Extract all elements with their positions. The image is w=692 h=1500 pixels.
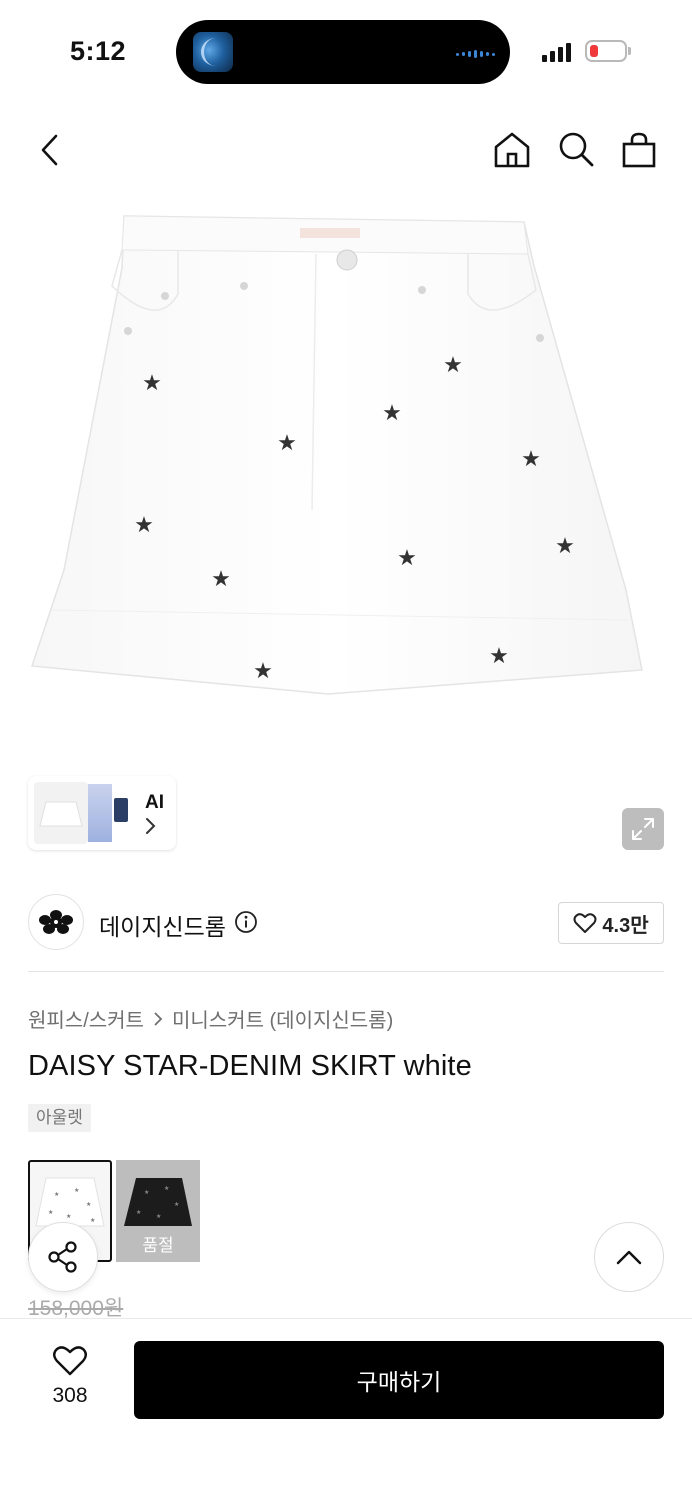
brand-like-button[interactable]: 4.3만 [558, 902, 664, 944]
variant-black[interactable]: ★ ★ ★ ★ ★ 품절 [116, 1160, 200, 1262]
scroll-top-button[interactable] [594, 1222, 664, 1292]
chevron-left-icon [41, 134, 58, 166]
heart-icon [53, 1346, 87, 1376]
outlet-tag: 아울렛 [28, 1104, 91, 1132]
product-title: DAISY STAR-DENIM SKIRT white [28, 1050, 472, 1082]
svg-text:★: ★ [66, 1213, 71, 1220]
svg-text:★: ★ [382, 401, 402, 426]
battery-icon [585, 40, 627, 62]
share-icon [48, 1241, 77, 1273]
share-button[interactable] [28, 1222, 98, 1292]
ai-styling-card[interactable]: AI [28, 776, 176, 850]
brand-row: 데이지신드롬 4.3만 [28, 894, 664, 952]
status-time: 5:12 [70, 36, 127, 66]
home-button[interactable] [492, 130, 532, 170]
svg-text:★: ★ [443, 353, 463, 378]
now-playing-app-icon [193, 32, 233, 72]
shopping-bag-icon [622, 132, 656, 168]
svg-text:★: ★ [211, 567, 231, 592]
cart-button[interactable] [619, 130, 659, 170]
svg-text:★: ★ [134, 513, 154, 538]
thumbnail-denim [112, 788, 132, 838]
svg-text:★: ★ [144, 1189, 149, 1196]
back-button[interactable] [30, 130, 70, 170]
brand-logo[interactable] [28, 894, 84, 950]
breadcrumb-subcategory[interactable]: 미니스커트 (데이지신드롬) [172, 1004, 393, 1033]
svg-text:★: ★ [277, 431, 297, 456]
product-photo[interactable]: ★ ★ ★ ★ ★ ★ ★ ★ ★ ★ ★ [28, 210, 644, 700]
thumbnail-skirt [34, 782, 88, 844]
svg-text:★: ★ [164, 1185, 169, 1192]
signal-icon [542, 42, 571, 62]
svg-text:★: ★ [136, 1209, 141, 1216]
status-bar: 5:12 [0, 0, 692, 100]
svg-text:★: ★ [86, 1201, 91, 1208]
buy-button[interactable]: 구매하기 [134, 1341, 664, 1419]
chevron-up-icon [616, 1250, 642, 1265]
divider [28, 971, 664, 972]
svg-text:★: ★ [253, 659, 273, 684]
svg-text:★: ★ [397, 546, 417, 571]
dynamic-island [176, 20, 510, 84]
wishlist-count: 308 [52, 1384, 88, 1407]
svg-text:★: ★ [174, 1201, 179, 1208]
expand-icon [632, 818, 654, 840]
daisy-logo-icon [39, 910, 73, 934]
svg-text:★: ★ [555, 534, 575, 559]
svg-text:★: ★ [156, 1213, 161, 1220]
svg-text:★: ★ [142, 371, 162, 396]
chevron-right-icon [146, 818, 156, 834]
top-nav [0, 120, 692, 180]
wishlist-button[interactable]: 308 [34, 1345, 106, 1408]
audio-wave-icon [456, 50, 495, 58]
breadcrumb: 원피스/스커트 미니스커트 (데이지신드롬) [28, 1004, 393, 1033]
chevron-right-icon [154, 1011, 163, 1026]
search-button[interactable] [556, 130, 596, 170]
brand-name[interactable]: 데이지신드롬 [99, 908, 226, 942]
heart-icon [573, 913, 597, 933]
search-icon [559, 132, 594, 167]
svg-text:★: ★ [489, 644, 509, 669]
svg-text:★: ★ [90, 1217, 95, 1224]
svg-text:★: ★ [74, 1187, 79, 1194]
thumbnail-model [88, 784, 112, 842]
expand-image-button[interactable] [622, 808, 664, 850]
svg-text:★: ★ [48, 1209, 53, 1216]
brand-like-count: 4.3만 [602, 914, 649, 937]
home-icon [494, 132, 530, 168]
svg-text:★: ★ [54, 1191, 59, 1198]
breadcrumb-category[interactable]: 원피스/스커트 [28, 1004, 144, 1033]
ai-label: AI [145, 792, 164, 813]
svg-text:★: ★ [521, 447, 541, 472]
bottom-action-bar: 308 구매하기 [0, 1318, 692, 1500]
sold-out-label: 품절 [142, 1236, 174, 1255]
info-icon[interactable] [234, 910, 258, 934]
